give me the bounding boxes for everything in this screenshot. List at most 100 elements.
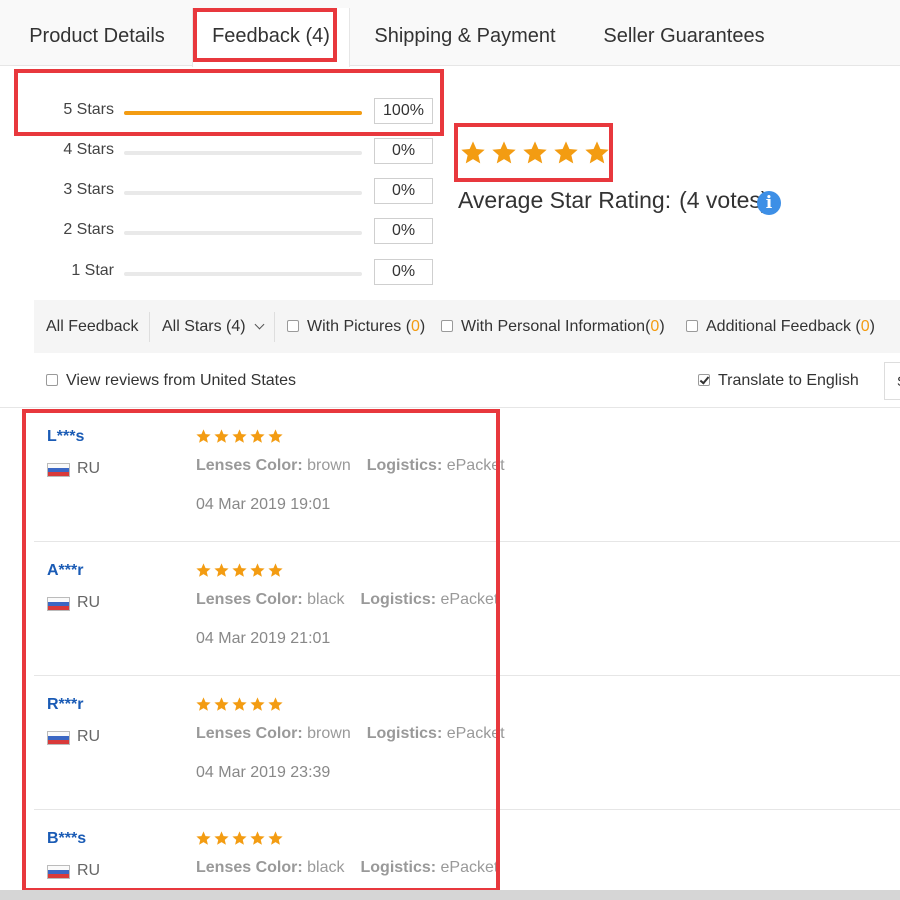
star-icon (250, 429, 265, 443)
reviewer-country: RU (77, 594, 101, 611)
view-us-label: View reviews from United States (66, 372, 297, 389)
translate-label: Translate to English (718, 372, 859, 389)
star-icon (554, 141, 578, 164)
translate-option[interactable]: Translate to English (698, 366, 859, 396)
rating-bar-fill (124, 111, 362, 115)
tab-shipping-payment[interactable]: Shipping & Payment (362, 8, 568, 64)
star-icon (232, 563, 247, 577)
star-icon (250, 831, 265, 845)
tab-product-details[interactable]: Product Details (14, 8, 180, 64)
paren: ) (659, 318, 665, 335)
star-icon (268, 697, 283, 711)
rating-row-4[interactable]: 4 Stars 0% (0, 138, 440, 168)
review-stars (195, 696, 284, 713)
rating-label: 4 Stars (63, 141, 114, 158)
filter-all-feedback[interactable]: All Feedback (46, 300, 139, 353)
rating-bar (124, 151, 362, 155)
rating-percent: 0% (374, 138, 433, 164)
divider (274, 312, 275, 342)
rating-bar (124, 191, 362, 195)
with-personal-info-checkbox[interactable] (441, 320, 453, 332)
reviewer-country: RU (77, 728, 101, 745)
filter-with-personal-info[interactable]: With Personal Information(0) (441, 300, 665, 353)
star-icon (214, 563, 229, 577)
reviewer-name[interactable]: L***s (47, 428, 84, 446)
star-icon (214, 697, 229, 711)
review-item: B***s RU Lenses Color: black Logistics: e… (0, 810, 900, 900)
sort-dropdown[interactable]: S (884, 362, 900, 400)
with-pictures-label: With Pictures ( (307, 318, 412, 335)
average-rating-label: Average Star Rating: (458, 187, 672, 213)
info-icon[interactable]: i (757, 191, 781, 215)
rating-bar (124, 111, 362, 115)
scrollbar[interactable] (0, 890, 900, 900)
reviewer-name[interactable]: B***s (47, 830, 86, 848)
star-icon (232, 697, 247, 711)
review-attributes: Lenses Color: brown Logistics: ePacket (196, 457, 505, 474)
filter-with-pictures[interactable]: With Pictures (0) (287, 300, 425, 353)
star-icon (232, 831, 247, 845)
star-icon (214, 429, 229, 443)
review-attributes: Lenses Color: black Logistics: ePacket (196, 591, 499, 608)
tab-bar: Product Details Feedback (4) Shipping & … (0, 0, 900, 67)
rating-percent: 0% (374, 178, 433, 204)
with-pictures-checkbox[interactable] (287, 320, 299, 332)
translate-checkbox[interactable] (698, 374, 710, 386)
reviewer-country: RU (77, 862, 101, 879)
star-icon (492, 141, 516, 164)
star-icon (461, 141, 485, 164)
star-icon (523, 141, 547, 164)
rating-row-1[interactable]: 1 Star 0% (0, 259, 440, 289)
star-icon (268, 563, 283, 577)
tab-seller-guarantees[interactable]: Seller Guarantees (590, 8, 778, 64)
average-star-rating (459, 139, 611, 167)
rating-label: 1 Star (71, 262, 114, 279)
with-personal-info-label: With Personal Information( (461, 318, 651, 335)
review-date: 04 Mar 2019 23:39 (196, 764, 331, 781)
star-icon (214, 831, 229, 845)
review-attributes: Lenses Color: black Logistics: ePacket (196, 859, 499, 876)
average-rating-text: Average Star Rating: (4 votes) (458, 187, 769, 214)
russia-flag-icon (47, 731, 70, 745)
review-attributes: Lenses Color: brown Logistics: ePacket (196, 725, 505, 742)
russia-flag-icon (47, 865, 70, 879)
russia-flag-icon (47, 597, 70, 611)
rating-row-3[interactable]: 3 Stars 0% (0, 178, 440, 208)
star-icon (268, 831, 283, 845)
filter-additional-feedback[interactable]: Additional Feedback (0) (686, 300, 875, 353)
review-date: 04 Mar 2019 19:01 (196, 496, 331, 513)
reviewer-name[interactable]: R***r (47, 696, 83, 714)
review-item: R***r RU Lenses Color: brown Logistics: e… (0, 676, 900, 810)
paren: ) (419, 318, 426, 335)
star-icon (196, 831, 211, 845)
rating-label: 2 Stars (63, 221, 114, 238)
view-us-reviews-option[interactable]: View reviews from United States (46, 366, 296, 396)
divider (149, 312, 150, 342)
rating-row-2[interactable]: 2 Stars 0% (0, 218, 440, 248)
view-us-checkbox[interactable] (46, 374, 58, 386)
review-stars (195, 428, 284, 445)
rating-bar (124, 272, 362, 276)
review-stars (195, 830, 284, 847)
star-icon (268, 429, 283, 443)
chevron-down-icon (254, 319, 265, 330)
review-date: 04 Mar 2019 21:01 (196, 630, 331, 647)
review-stars (195, 562, 284, 579)
tab-feedback[interactable]: Feedback (4) (192, 8, 350, 67)
reviewer-name[interactable]: A***r (47, 562, 83, 580)
rating-bar (124, 231, 362, 235)
star-icon (196, 429, 211, 443)
rating-label: 3 Stars (63, 181, 114, 198)
star-icon (250, 697, 265, 711)
paren: ) (869, 318, 875, 335)
additional-feedback-label: Additional Feedback ( (706, 318, 861, 335)
filter-all-stars-dropdown[interactable]: All Stars (4) (162, 300, 265, 353)
additional-feedback-count: 0 (860, 318, 870, 335)
rating-row-5[interactable]: 5 Stars 100% (0, 98, 440, 128)
star-icon (250, 563, 265, 577)
rating-percent: 0% (374, 259, 433, 285)
all-stars-label: All Stars (4) (162, 318, 246, 335)
additional-feedback-checkbox[interactable] (686, 320, 698, 332)
with-personal-info-count: 0 (650, 318, 660, 335)
rating-percent: 0% (374, 218, 433, 244)
